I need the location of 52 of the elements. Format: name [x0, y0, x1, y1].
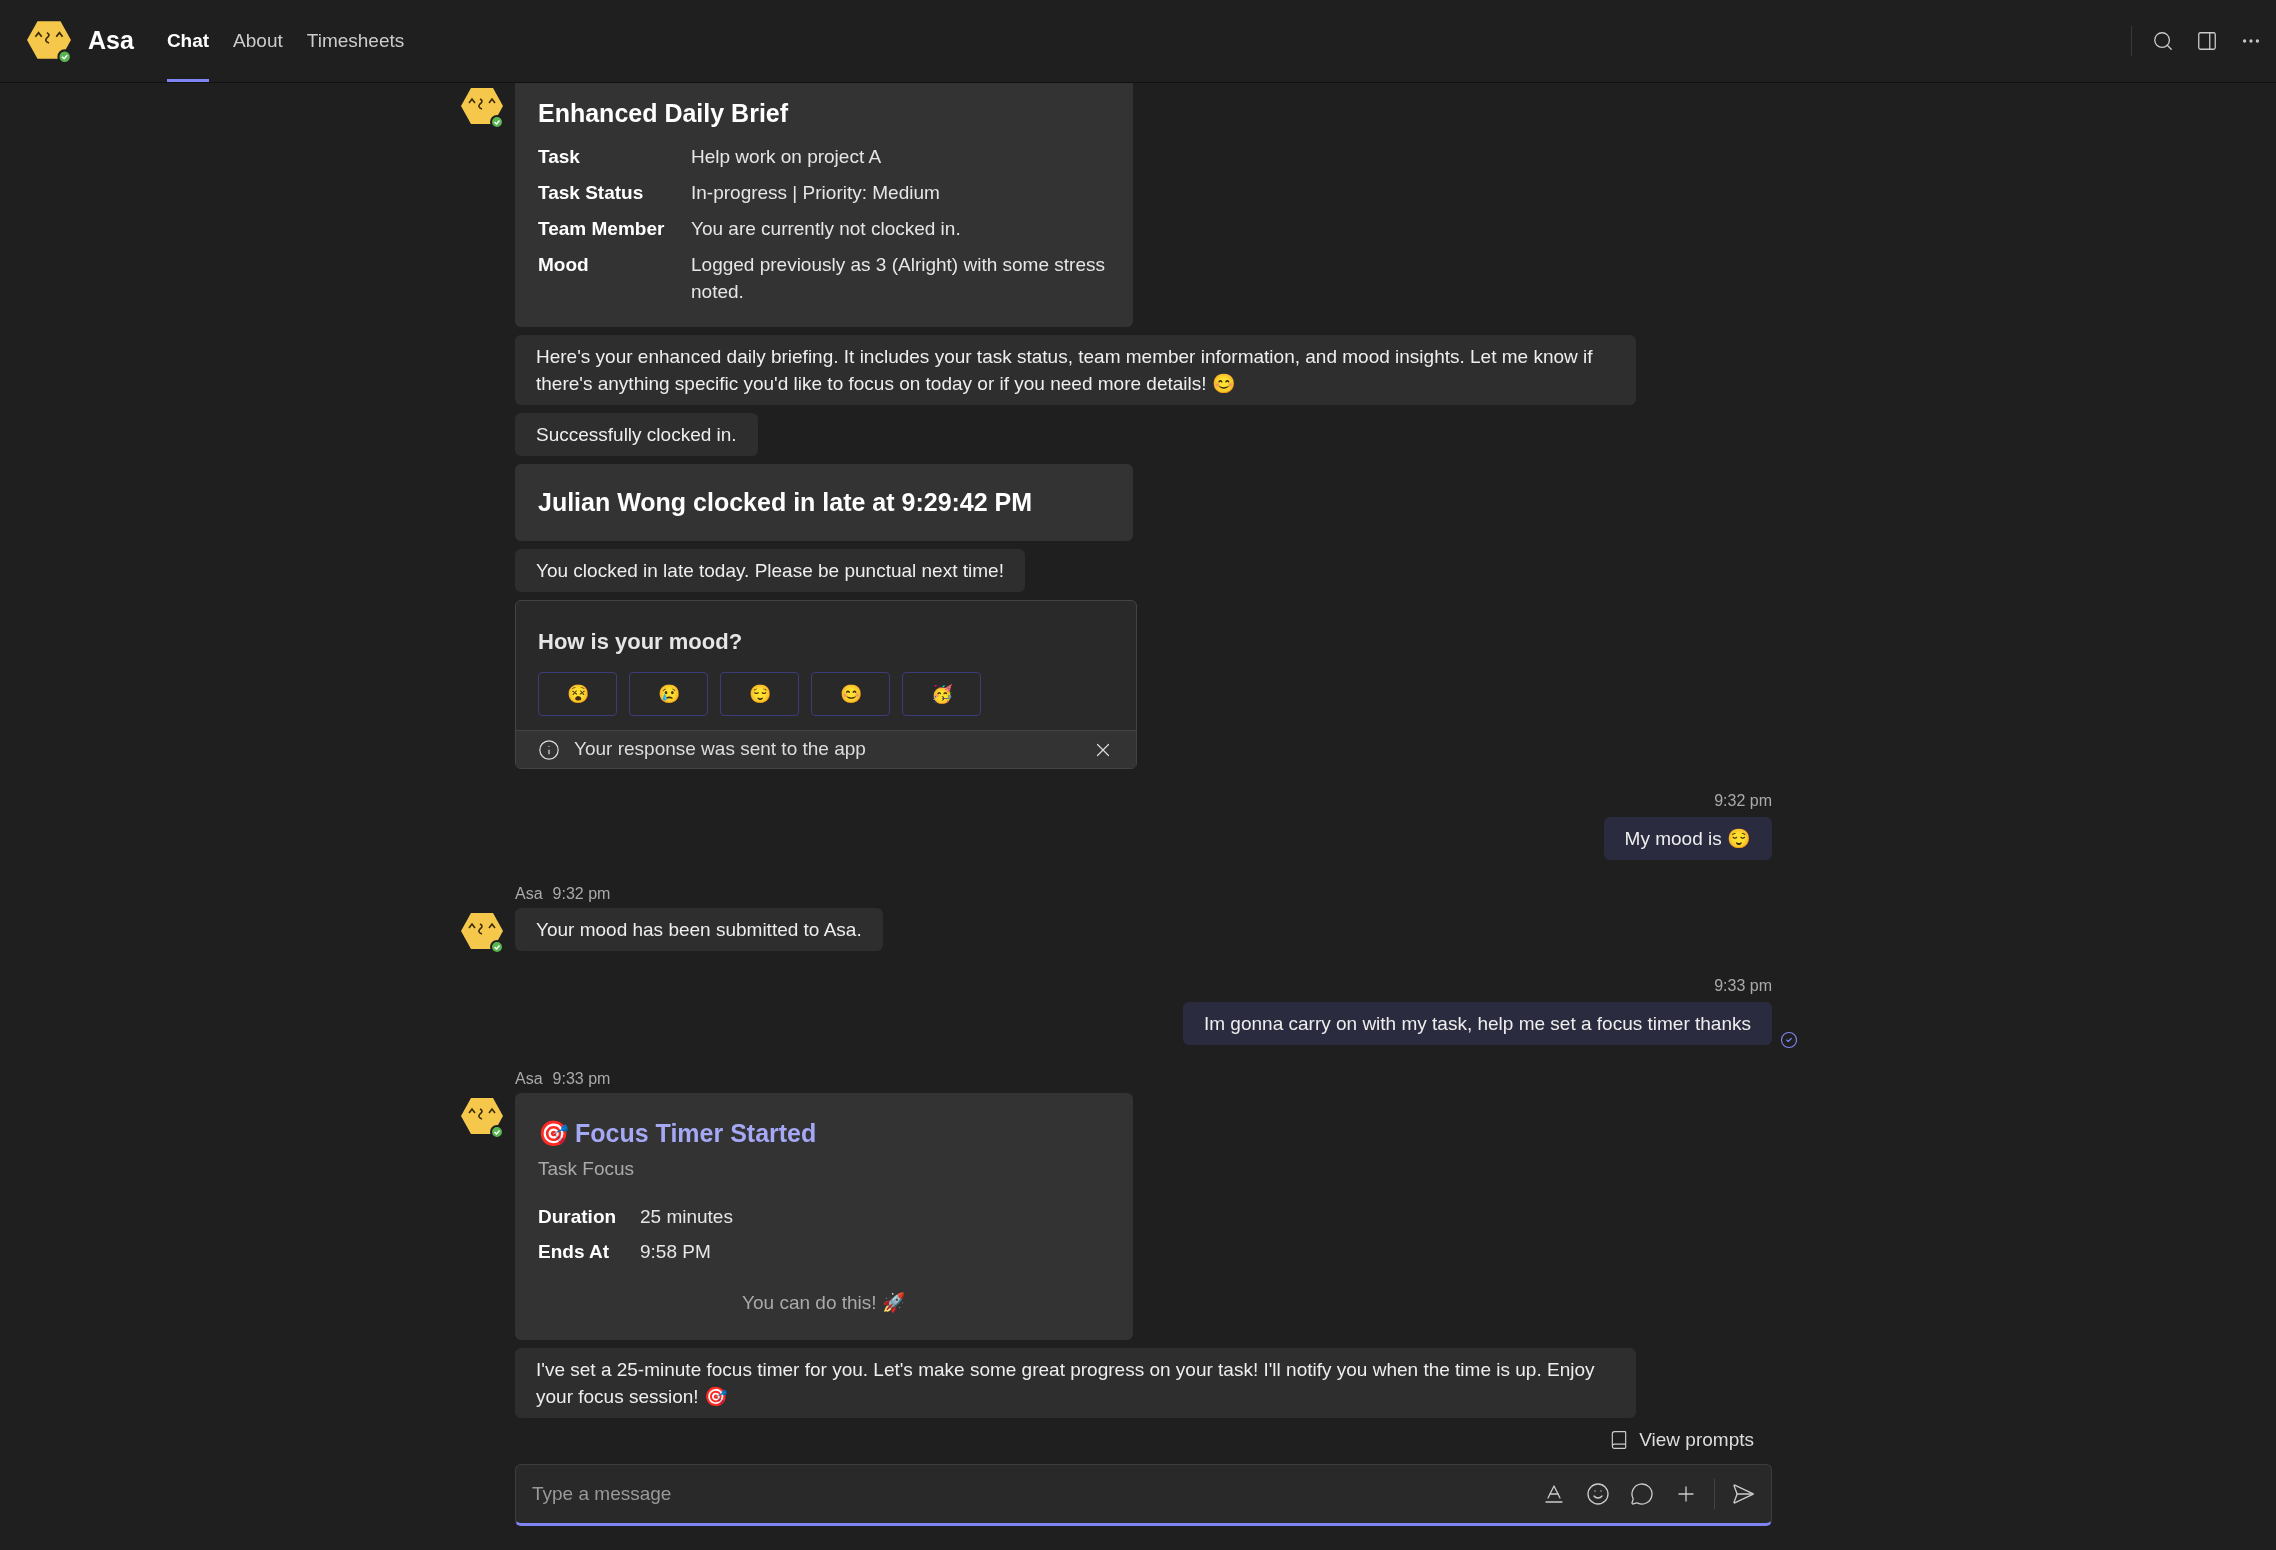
field-value: You are currently not clocked in.: [691, 216, 962, 241]
info-icon: [538, 738, 560, 761]
notice-text: Your response was sent to the app: [574, 737, 867, 762]
app-name: Asa: [88, 25, 134, 57]
field-value: Logged previously as 3 (Alright) with some stress noted.: [691, 252, 1106, 304]
sender-name: Asa: [515, 884, 543, 904]
send-icon[interactable]: [1731, 1482, 1755, 1506]
field-label: Task Status: [538, 180, 645, 205]
tab[interactable]: Chat: [166, 0, 210, 82]
mood-option-button[interactable]: 😊: [811, 672, 890, 716]
field-value: 9:58 PM: [640, 1240, 712, 1264]
message-bubble: Successfully clocked in.: [515, 412, 758, 456]
card-title: Enhanced Daily Brief: [538, 98, 790, 129]
message-bubble: I've set a 25-minute focus timer for you. Let's make some great progress on your task! I'll notify you when the time is up. Enjoy your focus session! 🎯: [515, 1347, 1636, 1418]
sticker-icon[interactable]: [1630, 1482, 1654, 1506]
message-bubble: You clocked in late today. Please be punctual next time!: [515, 549, 1025, 592]
mood-option-button[interactable]: 😵: [538, 672, 617, 716]
card-title: Focus Timer Started: [575, 1118, 817, 1149]
search-icon[interactable]: [2152, 30, 2174, 52]
user-message-bubble: Im gonna carry on with my task, help me set a focus timer thanks: [1183, 1002, 1772, 1045]
message-time: 9:33 pm: [1714, 976, 1772, 996]
field-value: In-progress | Priority: Medium: [691, 180, 941, 205]
message-bubble: Here's your enhanced daily briefing. It includes your task status, team member information, and mood insights. Let me know if there's anything specific you'd like to focus on today or if you need more details! 😊: [515, 334, 1636, 405]
field-value: 25 minutes: [640, 1205, 734, 1229]
message-input[interactable]: Type a message: [532, 1479, 1542, 1509]
field-value: Help work on project A: [691, 144, 883, 169]
bot-avatar-icon: [26, 18, 72, 64]
card-footer: You can do this! 🚀: [742, 1289, 906, 1318]
sender-name: Asa: [515, 1069, 543, 1089]
field-label: Mood: [538, 252, 590, 277]
mood-option-button[interactable]: 🥳: [902, 672, 981, 716]
field-label: Ends At: [538, 1240, 611, 1264]
field-label: Duration: [538, 1205, 618, 1229]
mood-option-button[interactable]: 😌: [720, 672, 799, 716]
card-title: Julian Wong clocked in late at 9:29:42 PM: [538, 486, 1034, 518]
field-label: Team Member: [538, 216, 666, 241]
field-label: Task: [538, 144, 581, 169]
message-time: 9:33 pm: [552, 1069, 611, 1089]
tab[interactable]: Timesheets: [306, 0, 405, 82]
message-time: 9:32 pm: [1714, 791, 1772, 811]
mood-option-button[interactable]: 😢: [629, 672, 708, 716]
target-emoji: 🎯: [538, 1118, 569, 1149]
user-message-bubble: My mood is 😌: [1603, 817, 1772, 860]
emoji-icon[interactable]: [1586, 1482, 1610, 1506]
message-bubble: Your mood has been submitted to Asa.: [515, 908, 883, 951]
view-prompts-button[interactable]: View prompts: [1609, 1425, 1772, 1454]
composer-bar[interactable]: Type a message: [515, 1464, 1772, 1526]
tab[interactable]: About: [233, 0, 283, 82]
message-time: 9:32 pm: [552, 884, 611, 904]
card-title: How is your mood?: [538, 628, 744, 656]
panel-icon[interactable]: [2196, 30, 2218, 52]
card-subtitle: Task Focus: [538, 1156, 636, 1181]
